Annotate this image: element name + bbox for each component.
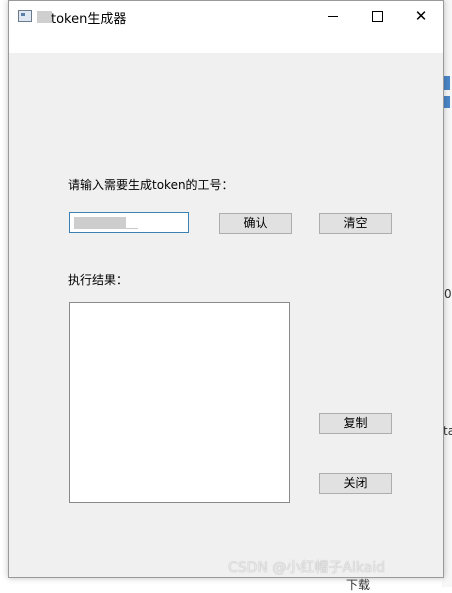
employee-id-input[interactable] bbox=[69, 212, 189, 233]
app-icon bbox=[18, 10, 32, 22]
minimize-icon bbox=[328, 15, 338, 17]
background-fragment-ta: ta bbox=[443, 424, 452, 438]
minimize-button[interactable] bbox=[311, 1, 355, 31]
maximize-button[interactable] bbox=[355, 1, 399, 31]
maximize-icon bbox=[371, 10, 383, 22]
background-blue-mark bbox=[444, 76, 450, 90]
background-fragment-0: 0 bbox=[444, 287, 452, 301]
copy-button[interactable]: 复制 bbox=[319, 413, 392, 434]
confirm-button[interactable]: 确认 bbox=[219, 213, 292, 234]
close-button[interactable]: 关闭 bbox=[319, 473, 392, 494]
result-textarea[interactable] bbox=[69, 302, 290, 503]
result-label: 执行结果： bbox=[68, 273, 129, 287]
token-generator-window: token生成器 ✕ 请输入需要生成token的工号： 确认 清空 执行结果： … bbox=[8, 0, 444, 578]
csdn-watermark: CSDN @小红帽子Alkaid bbox=[228, 560, 386, 576]
input-redaction bbox=[74, 217, 126, 229]
clear-button[interactable]: 清空 bbox=[319, 213, 392, 234]
background-fragment-download: 下载 bbox=[346, 578, 371, 592]
background-blue-mark-2 bbox=[444, 96, 450, 108]
title-bar: token生成器 ✕ bbox=[9, 1, 443, 53]
employee-id-prompt: 请输入需要生成token的工号： bbox=[68, 178, 234, 192]
close-window-button[interactable]: ✕ bbox=[399, 1, 443, 31]
close-icon: ✕ bbox=[414, 6, 428, 25]
input-underline bbox=[126, 228, 138, 229]
title-redaction bbox=[37, 11, 52, 23]
window-title: token生成器 bbox=[51, 12, 127, 27]
